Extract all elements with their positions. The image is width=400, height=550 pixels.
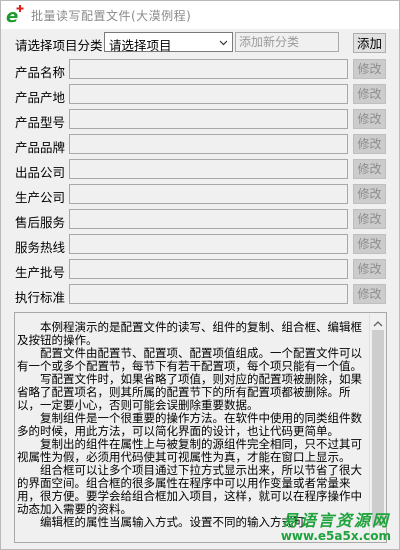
field-label-publisher: 出品公司 (15, 165, 66, 180)
field-input-product-name[interactable] (69, 59, 348, 79)
field-input-after-sales[interactable] (69, 209, 348, 229)
description-textarea[interactable]: 本例程演示的是配置文件的读写、组件的复制、组合框、编辑框及按钮的操作。 配置文件… (14, 312, 387, 543)
field-input-product-brand[interactable] (69, 134, 348, 154)
field-input-publisher[interactable] (69, 159, 348, 179)
field-input-manufacturer[interactable] (69, 184, 348, 204)
field-input-standard[interactable] (69, 284, 348, 304)
edit-button-product-origin[interactable]: 修改 (353, 84, 386, 104)
title-bar: e 批量读写配置文件(大漠例程) (1, 1, 399, 29)
window-title: 批量读写配置文件(大漠例程) (31, 9, 192, 23)
field-label-product-name: 产品名称 (15, 65, 66, 80)
scroll-up-arrow-icon[interactable] (373, 317, 383, 327)
app-icon: e (5, 4, 27, 27)
edit-button-manufacturer[interactable]: 修改 (353, 184, 386, 204)
edit-button-product-brand[interactable]: 修改 (353, 134, 386, 154)
edit-button-standard[interactable]: 修改 (353, 284, 386, 304)
field-input-batch-number[interactable] (69, 259, 348, 279)
watermark-url: www.e5a5x.com (280, 528, 391, 543)
field-label-hotline: 服务热线 (15, 240, 66, 255)
edit-button-after-sales[interactable]: 修改 (353, 209, 386, 229)
category-select-value: 请选择项目 (109, 38, 172, 53)
category-label: 请选择项目分类 (15, 38, 103, 53)
scrollbar-thumb[interactable] (372, 330, 384, 526)
field-input-product-model[interactable] (69, 109, 348, 129)
new-category-input[interactable] (235, 32, 339, 52)
edit-button-batch-number[interactable]: 修改 (353, 259, 386, 279)
main-window: e 批量读写配置文件(大漠例程) 请选择项目分类 请选择项目 添加 产品名称 修… (0, 0, 400, 550)
svg-text:e: e (6, 6, 18, 24)
field-label-product-origin: 产品产地 (15, 90, 66, 105)
vertical-scrollbar[interactable] (369, 313, 386, 542)
category-select[interactable]: 请选择项目 (104, 32, 233, 53)
field-label-product-model: 产品型号 (15, 115, 66, 130)
edit-button-publisher[interactable]: 修改 (353, 159, 386, 179)
edit-button-product-name[interactable]: 修改 (353, 59, 386, 79)
field-label-standard: 执行标准 (15, 290, 66, 305)
add-category-button[interactable]: 添加 (353, 33, 386, 53)
field-label-batch-number: 生产批号 (15, 265, 66, 280)
field-label-product-brand: 产品品牌 (15, 140, 66, 155)
chevron-down-icon[interactable] (219, 36, 228, 46)
edit-button-product-model[interactable]: 修改 (353, 109, 386, 129)
description-text: 本例程演示的是配置文件的读写、组件的复制、组合框、编辑框及按钮的操作。 配置文件… (17, 320, 362, 529)
field-input-product-origin[interactable] (69, 84, 348, 104)
field-label-after-sales: 售后服务 (15, 215, 66, 230)
watermark-name: 易语言资源网 (281, 511, 390, 531)
edit-button-hotline[interactable]: 修改 (353, 234, 386, 254)
field-input-hotline[interactable] (69, 234, 348, 254)
watermark: 易语言资源网 www.e5a5x.com (281, 512, 391, 543)
field-label-manufacturer: 生产公司 (15, 190, 66, 205)
